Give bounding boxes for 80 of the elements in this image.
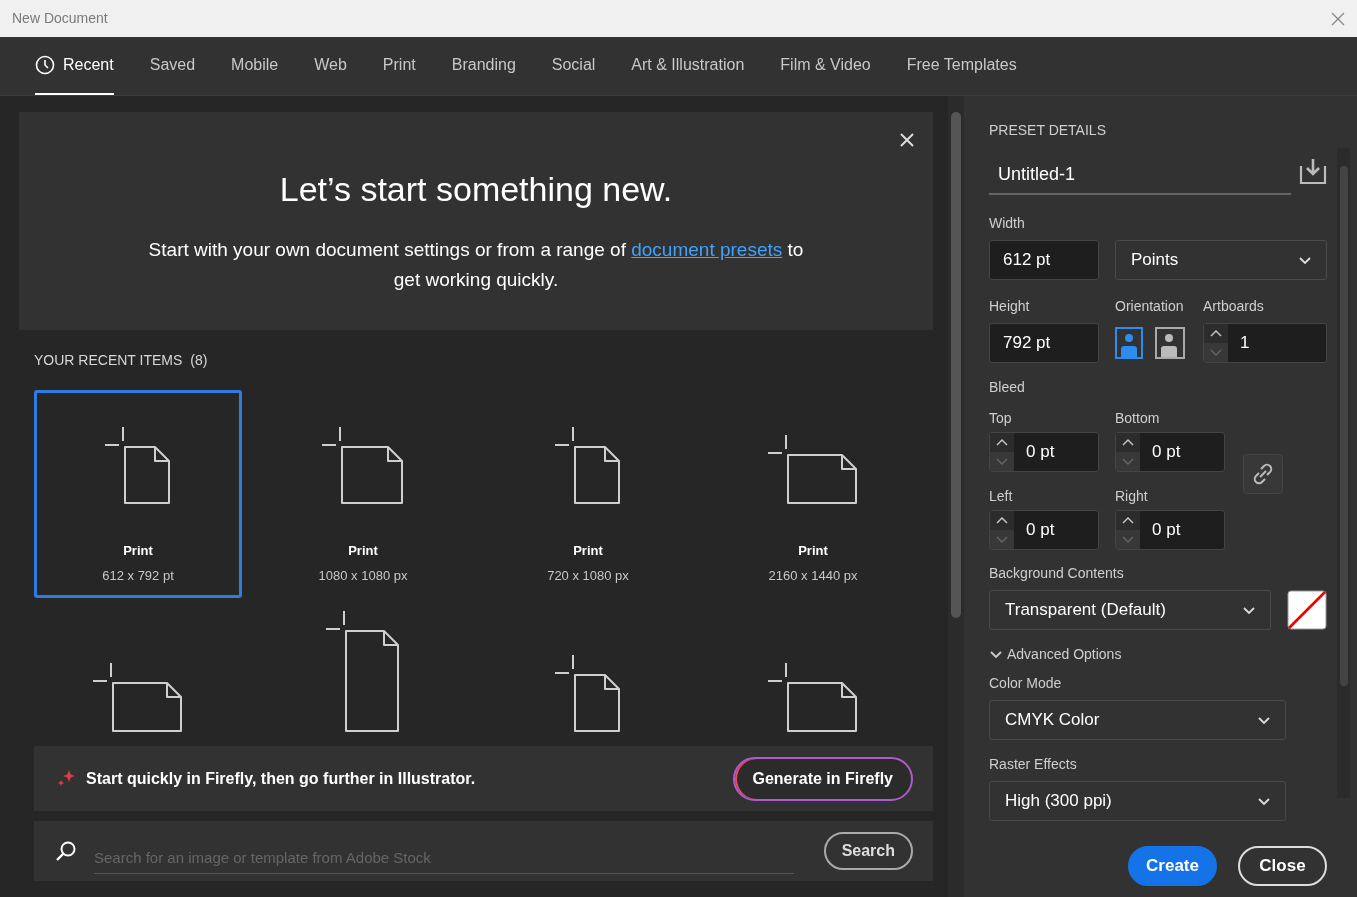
create-button[interactable]: Create: [1128, 846, 1217, 886]
recent-item[interactable]: Print 612 x 792 pt: [34, 389, 242, 598]
document-icon: [324, 608, 402, 735]
stepper-arrows-icon[interactable]: [1204, 324, 1228, 362]
document-icon: [103, 424, 173, 507]
tab[interactable]: Mobile: [231, 37, 279, 95]
input-field[interactable]: 792 pt: [989, 323, 1099, 363]
field-label: Bleed: [989, 378, 1026, 397]
link-icon[interactable]: [1243, 454, 1283, 494]
dropdown[interactable]: High (300 ppi): [989, 781, 1286, 821]
scrollbar-thumb[interactable]: [1339, 166, 1348, 686]
number-stepper[interactable]: 0 pt: [989, 432, 1099, 472]
dropdown[interactable]: CMYK Color: [989, 700, 1286, 740]
dropdown[interactable]: Transparent (Default): [989, 590, 1271, 630]
number-stepper[interactable]: 0 pt: [1115, 432, 1225, 472]
tab[interactable]: Free Templates: [906, 37, 1017, 95]
document-icon: [553, 652, 623, 735]
field-label: Color Mode: [989, 674, 1063, 693]
recent-item[interactable]: Print 1080 x 1080 px: [259, 389, 467, 598]
field-label: Artboards: [1203, 297, 1265, 316]
hero-title: Let’s start something new.: [279, 169, 673, 210]
name-field[interactable]: Untitled-1: [989, 155, 1291, 195]
tab[interactable]: Film & Video: [780, 37, 871, 95]
field-label: Orientation: [1115, 297, 1185, 316]
tab[interactable]: Web: [314, 37, 347, 95]
item-size: 612 x 792 pt: [102, 567, 174, 586]
dropdown[interactable]: Points: [1115, 240, 1327, 280]
item-name: Print: [123, 541, 153, 560]
search-button[interactable]: Search: [823, 832, 913, 871]
recent-item[interactable]: Print 720 x 1080 px: [484, 389, 692, 598]
document-icon: [553, 424, 623, 507]
advanced-toggle[interactable]: Advanced Options: [989, 644, 1122, 665]
tab[interactable]: Print: [382, 37, 416, 95]
section-heading: YOUR RECENT ITEMS: [34, 350, 183, 370]
tab[interactable]: Branding: [451, 37, 516, 95]
landscape-icon[interactable]: [1155, 327, 1185, 359]
number-stepper[interactable]: 0 pt: [1115, 510, 1225, 550]
tab[interactable]: Recent: [35, 37, 114, 95]
number-stepper[interactable]: 0 pt: [989, 510, 1099, 550]
tab[interactable]: Saved: [149, 37, 196, 95]
item-size: 2160 x 1440 px: [768, 567, 858, 586]
tab[interactable]: Art & Illustration: [631, 37, 745, 95]
item-name: Print: [573, 541, 603, 560]
item-name: Print: [348, 541, 378, 560]
item-name: Print: [798, 541, 828, 560]
document-icon: [766, 660, 860, 735]
field-label: Right: [1115, 487, 1149, 506]
input-field[interactable]: 612 pt: [989, 240, 1099, 280]
window-title: New Document: [12, 9, 108, 28]
clock-icon: [35, 55, 55, 75]
section-heading: PRESET DETAILS: [989, 121, 1107, 140]
firefly-text: Start quickly in Firefly, then go further in Illustrator.: [86, 768, 476, 789]
number-stepper[interactable]: 1: [1203, 323, 1327, 363]
field-label: Top: [989, 409, 1013, 428]
field-label: Bottom: [1115, 409, 1161, 428]
field-label: Height: [989, 297, 1031, 316]
field-label: Raster Effects: [989, 755, 1078, 774]
presets-link[interactable]: document presets: [631, 239, 783, 260]
transparent-swatch[interactable]: [1287, 590, 1327, 630]
hero-text: Start with your own document settings or from a range of document presets to get working quickly.: [147, 238, 805, 292]
field-label: Background Contents: [989, 564, 1125, 583]
stepper-arrows-icon[interactable]: [1116, 433, 1140, 471]
recent-item[interactable]: Print 2160 x 1440 px: [709, 389, 917, 598]
field-label: Left: [989, 487, 1014, 506]
field-label: Width: [989, 214, 1026, 233]
save-preset-icon[interactable]: [1299, 157, 1327, 185]
tab[interactable]: Social: [551, 37, 596, 95]
document-icon: [91, 660, 185, 735]
generate-button[interactable]: Generate in Firefly: [732, 756, 913, 801]
document-icon: [320, 424, 406, 507]
stepper-arrows-icon[interactable]: [990, 511, 1014, 549]
scrollbar-thumb[interactable]: [951, 112, 961, 618]
item-size: 1080 x 1080 px: [318, 567, 408, 586]
item-count: (8): [190, 350, 208, 370]
stepper-arrows-icon[interactable]: [1116, 511, 1140, 549]
close-button[interactable]: Close: [1238, 846, 1327, 886]
item-size: 720 x 1080 px: [547, 567, 629, 586]
document-icon: [766, 432, 860, 507]
stepper-arrows-icon[interactable]: [990, 433, 1014, 471]
portrait-icon[interactable]: [1115, 327, 1145, 359]
